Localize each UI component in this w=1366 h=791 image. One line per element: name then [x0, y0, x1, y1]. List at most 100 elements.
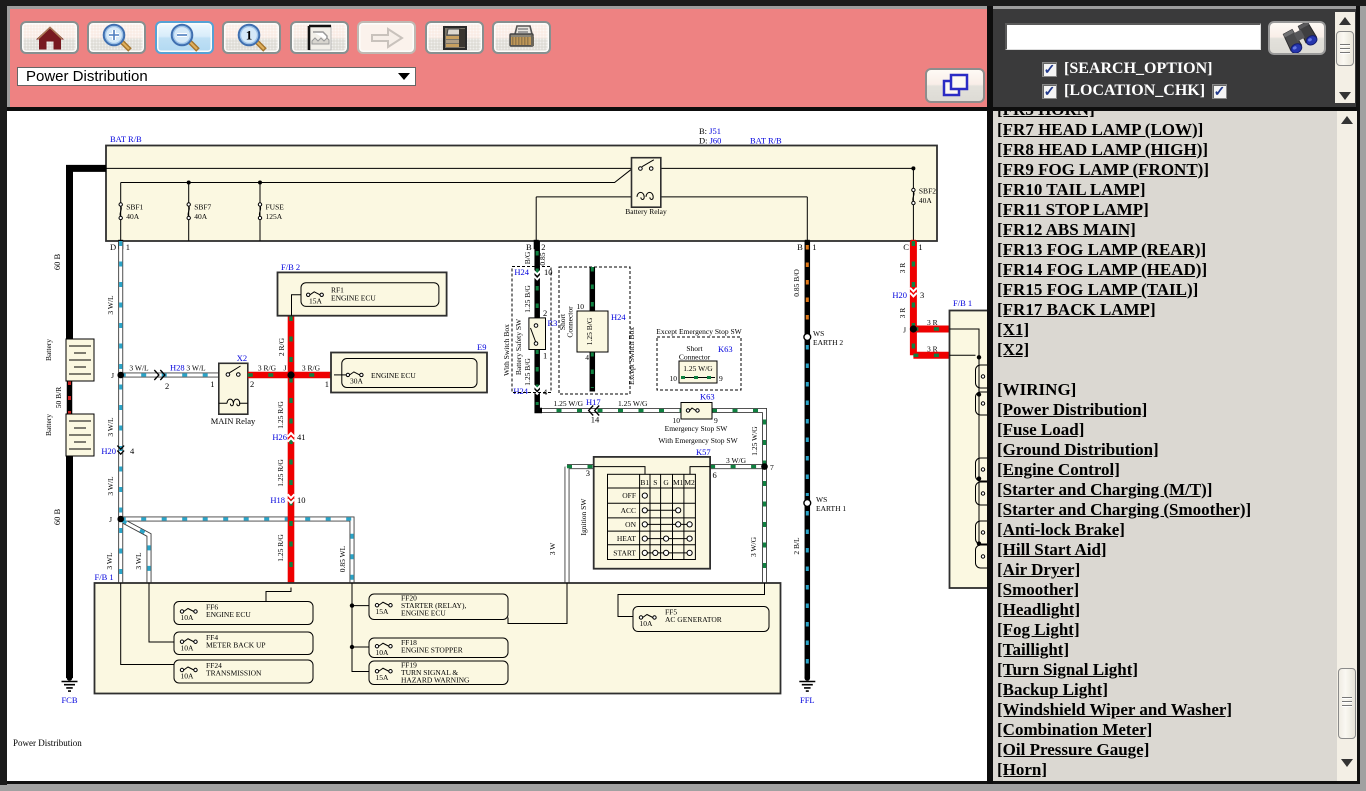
svg-text:6: 6 — [713, 470, 717, 480]
svg-text:3 W: 3 W — [548, 542, 557, 555]
svg-text:Connector: Connector — [566, 306, 575, 338]
svg-text:B: B — [526, 242, 532, 252]
svg-text:ENGINE ECU: ENGINE ECU — [331, 294, 376, 303]
svg-text:Battery Safety SW: Battery Safety SW — [514, 318, 523, 375]
svg-text:FFL: FFL — [800, 695, 815, 705]
svg-text:H17: H17 — [586, 397, 601, 407]
svg-text:3: 3 — [586, 468, 590, 478]
svg-text:10A: 10A — [640, 619, 654, 628]
svg-text:HEAT: HEAT — [617, 534, 637, 543]
svg-text:40A: 40A — [194, 212, 208, 221]
svg-text:F/B 2: F/B 2 — [281, 262, 300, 272]
svg-text:BAT R/B: BAT R/B — [110, 134, 142, 144]
svg-text:3 R: 3 R — [898, 308, 907, 319]
svg-text:1.25 W/G: 1.25 W/G — [554, 399, 584, 408]
svg-text:AC GENERATOR: AC GENERATOR — [665, 615, 722, 624]
svg-text:Power Distribution: Power Distribution — [13, 738, 82, 748]
svg-text:BAT R/B: BAT R/B — [750, 136, 782, 146]
svg-text:H20: H20 — [101, 446, 116, 456]
svg-text:With Emergency Stop SW: With Emergency Stop SW — [658, 436, 738, 445]
svg-text:2: 2 — [543, 308, 547, 318]
svg-text:3 W/G: 3 W/G — [726, 456, 747, 465]
svg-text:D: D — [110, 242, 116, 252]
svg-text:3 WL: 3 WL — [105, 552, 114, 570]
svg-text:MAIN Relay: MAIN Relay — [211, 416, 256, 426]
svg-text:OFF: OFF — [622, 491, 636, 500]
svg-text:ACC: ACC — [621, 506, 636, 515]
svg-text:EARTH 1: EARTH 1 — [816, 504, 846, 513]
svg-text:15A: 15A — [376, 673, 390, 682]
svg-text:10A: 10A — [181, 672, 195, 681]
svg-text:4: 4 — [585, 353, 589, 362]
svg-text:10A: 10A — [181, 643, 195, 652]
svg-text:3 R: 3 R — [898, 263, 907, 274]
svg-text:1: 1 — [543, 351, 547, 361]
svg-text:10A: 10A — [376, 648, 390, 657]
svg-text:1.25 R/G: 1.25 R/G — [276, 401, 285, 429]
svg-text:H18: H18 — [270, 495, 285, 505]
svg-text:R3: R3 — [548, 318, 558, 328]
svg-text:FCB: FCB — [61, 695, 77, 705]
svg-text:C: C — [903, 242, 909, 252]
svg-text:2 R/G: 2 R/G — [277, 337, 286, 356]
svg-text:F/B 1: F/B 1 — [95, 572, 114, 582]
svg-text:H24: H24 — [513, 386, 528, 396]
svg-text:1.25 W/G: 1.25 W/G — [683, 364, 713, 373]
svg-text:2: 2 — [541, 242, 545, 252]
svg-text:3 WL: 3 WL — [134, 552, 143, 570]
svg-text:B/G: B/G — [523, 251, 532, 264]
svg-text:ON: ON — [625, 520, 636, 529]
svg-text:3 W/G: 3 W/G — [749, 536, 758, 557]
svg-text:FUSE: FUSE — [266, 203, 285, 212]
svg-text:3 R/G: 3 R/G — [302, 364, 321, 373]
svg-text:ENGINE ECU: ENGINE ECU — [371, 371, 416, 380]
svg-text:TRANSMISSION: TRANSMISSION — [206, 669, 262, 678]
svg-text:1.25 B/G: 1.25 B/G — [523, 285, 532, 313]
svg-text:SBF7: SBF7 — [194, 203, 211, 212]
svg-text:40A: 40A — [126, 212, 140, 221]
svg-text:3 W/L: 3 W/L — [106, 417, 115, 437]
svg-text:J: J — [284, 364, 287, 373]
svg-text:2: 2 — [165, 381, 169, 391]
svg-text:1.25 B/G: 1.25 B/G — [523, 358, 532, 386]
svg-text:B: B — [797, 242, 803, 252]
svg-text:50 B/R: 50 B/R — [54, 387, 63, 408]
svg-text:125A: 125A — [266, 212, 283, 221]
svg-text:3 W/L: 3 W/L — [106, 295, 115, 315]
svg-text:0.85 WL: 0.85 WL — [338, 545, 347, 572]
svg-text:B1: B1 — [640, 478, 649, 487]
svg-text:1: 1 — [210, 379, 214, 389]
svg-text:1.25 R/G: 1.25 R/G — [276, 459, 285, 487]
svg-text:Connector: Connector — [679, 353, 711, 362]
svg-text:Ignition SW: Ignition SW — [579, 498, 588, 536]
svg-text:1.25 W/G: 1.25 W/G — [750, 426, 759, 456]
svg-text:K63: K63 — [700, 392, 715, 402]
svg-text:ENGINE ECU: ENGINE ECU — [206, 610, 251, 619]
svg-text:10: 10 — [577, 302, 585, 311]
svg-text:B: J51: B: J51 — [699, 126, 721, 136]
svg-text:METER BACK UP: METER BACK UP — [206, 641, 266, 650]
svg-text:K57: K57 — [696, 447, 711, 457]
svg-text:60 B: 60 B — [52, 254, 62, 271]
svg-text:Emergency Stop SW: Emergency Stop SW — [665, 424, 729, 433]
svg-text:EARTH 2: EARTH 2 — [813, 338, 843, 347]
svg-text:WS: WS — [813, 329, 824, 338]
svg-text:1.25 B/G: 1.25 B/G — [585, 317, 594, 345]
svg-text:1.25 R/G: 1.25 R/G — [276, 534, 285, 562]
svg-text:J: J — [111, 371, 114, 380]
svg-text:2 B/L: 2 B/L — [792, 537, 801, 555]
svg-text:K63: K63 — [718, 344, 733, 354]
svg-text:15A: 15A — [309, 297, 323, 306]
svg-text:H24: H24 — [514, 267, 529, 277]
svg-text:Battery: Battery — [44, 414, 53, 436]
svg-text:4: 4 — [130, 446, 135, 456]
svg-text:1.25 W/G: 1.25 W/G — [618, 399, 648, 408]
svg-text:0.85: 0.85 — [538, 252, 547, 265]
svg-text:3 W/L: 3 W/L — [129, 364, 149, 373]
svg-text:J: J — [109, 515, 112, 524]
svg-text:60 B: 60 B — [52, 509, 62, 526]
svg-text:9: 9 — [719, 374, 723, 383]
svg-text:H24: H24 — [611, 312, 626, 322]
svg-text:2: 2 — [250, 379, 254, 389]
svg-text:ENGINE STOPPER: ENGINE STOPPER — [401, 646, 463, 655]
